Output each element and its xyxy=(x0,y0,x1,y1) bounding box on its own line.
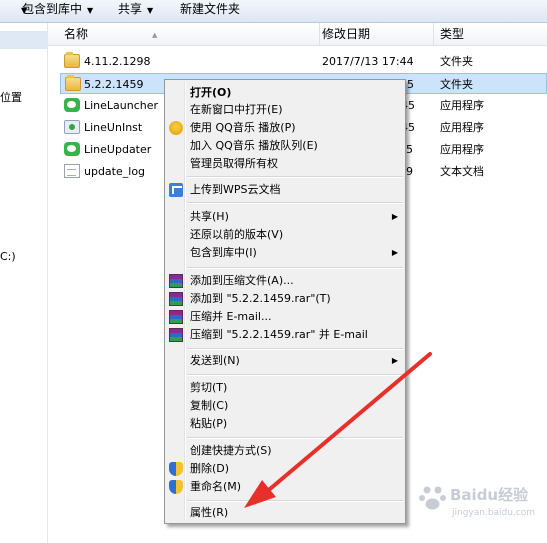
chevron-down-icon: ▼ xyxy=(87,6,94,15)
file-date: 2017/7/13 17:44 xyxy=(322,55,414,68)
uac-shield-icon xyxy=(169,480,183,494)
menu-item-compress-email[interactable]: 压缩并 E-mail... xyxy=(190,308,271,326)
file-name: 4.11.2.1298 xyxy=(84,55,151,68)
menu-separator xyxy=(187,202,403,204)
menu-separator xyxy=(187,437,403,439)
watermark-url: jingyan.baidu.com xyxy=(452,508,536,518)
menu-separator xyxy=(187,374,403,376)
file-type: 应用程序 xyxy=(440,121,484,134)
column-modified-label: 修改日期 xyxy=(322,27,371,41)
share-button[interactable]: 共享 ▼ xyxy=(118,0,153,22)
include-library-label: 包含到库中 xyxy=(22,2,83,16)
menu-item-compress-rar-email[interactable]: 压缩到 "5.2.2.1459.rar" 并 E-mail xyxy=(190,326,368,344)
column-header: 名称 ▲ 修改日期 类型 xyxy=(48,23,547,46)
submenu-arrow-icon: ▶ xyxy=(391,212,398,221)
context-menu: 打开(O) 在新窗口中打开(E) 使用 QQ音乐 播放(P) 加入 QQ音乐 播… xyxy=(164,79,406,524)
file-date: 5 xyxy=(406,143,413,156)
watermark-brand: Baidu经验 xyxy=(450,486,529,504)
file-row[interactable]: 4.11.2.1298 2017/7/13 17:44 文件夹 xyxy=(60,51,547,72)
line-app-icon xyxy=(64,142,80,156)
file-date: 9 xyxy=(406,165,413,178)
navigation-pane[interactable]: 位置 C:) xyxy=(0,23,48,543)
column-name[interactable]: 名称 ▲ xyxy=(58,23,320,45)
winrar-icon xyxy=(169,274,183,288)
include-library-button[interactable]: 包含到库中 ▼ xyxy=(22,0,93,22)
menu-item-copy[interactable]: 复制(C) xyxy=(190,397,228,415)
file-name: LineUpdater xyxy=(84,143,152,156)
new-folder-button[interactable]: 新建文件夹 xyxy=(180,0,240,22)
menu-item-share[interactable]: 共享(H) xyxy=(190,208,229,226)
file-type: 应用程序 xyxy=(440,143,484,156)
winrar-icon xyxy=(169,328,183,342)
menu-item-delete[interactable]: 删除(D) xyxy=(190,460,229,478)
column-type[interactable]: 类型 xyxy=(434,23,547,45)
uac-shield-icon xyxy=(169,462,183,476)
menu-separator xyxy=(187,348,403,350)
submenu-arrow-icon: ▶ xyxy=(391,248,398,257)
wps-cloud-icon xyxy=(169,183,183,197)
menu-item-add-to-rar[interactable]: 添加到 "5.2.2.1459.rar"(T) xyxy=(190,290,331,308)
menu-separator xyxy=(187,267,403,269)
menu-separator xyxy=(187,500,403,502)
file-date: 5 xyxy=(407,78,414,91)
file-name: LineLauncher xyxy=(84,99,159,112)
menu-item-send-to[interactable]: 发送到(N) xyxy=(190,352,240,370)
menu-separator xyxy=(187,176,403,178)
menu-item-add-archive[interactable]: 添加到压缩文件(A)... xyxy=(190,272,294,290)
chevron-down-icon: ▼ xyxy=(147,6,154,15)
menu-item-rename[interactable]: 重命名(M) xyxy=(190,478,241,496)
menu-item-wps-upload[interactable]: 上传到WPS云文档 xyxy=(190,181,281,199)
menu-item-cut[interactable]: 剪切(T) xyxy=(190,379,227,397)
menu-item-admin-ownership[interactable]: 管理员取得所有权 xyxy=(190,155,278,173)
qq-music-icon xyxy=(169,121,183,135)
nav-item-drive[interactable]: C:) xyxy=(0,250,16,263)
menu-item-qq-play[interactable]: 使用 QQ音乐 播放(P) xyxy=(190,119,296,137)
file-name: update_log xyxy=(84,165,146,178)
sort-up-icon: ▲ xyxy=(152,31,158,39)
menu-item-include-library[interactable]: 包含到库中(I) xyxy=(190,244,257,262)
winrar-icon xyxy=(169,310,183,324)
menu-item-properties[interactable]: 属性(R) xyxy=(190,504,228,522)
menu-item-qq-queue[interactable]: 加入 QQ音乐 播放队列(E) xyxy=(190,137,318,155)
line-app-icon xyxy=(64,98,80,112)
nav-selected-band xyxy=(0,31,47,49)
new-folder-label: 新建文件夹 xyxy=(180,2,241,16)
menu-item-open-new-window[interactable]: 在新窗口中打开(E) xyxy=(190,101,283,119)
menu-item-open[interactable]: 打开(O) xyxy=(190,84,231,102)
baidu-watermark: Baidu经验 jingyan.baidu.com xyxy=(418,478,546,528)
baidu-paw-icon xyxy=(419,486,446,510)
column-name-label: 名称 xyxy=(64,27,89,41)
text-file-icon xyxy=(64,164,80,178)
file-type: 文件夹 xyxy=(440,78,473,91)
winrar-icon xyxy=(169,292,183,306)
file-type: 文本文档 xyxy=(440,165,484,178)
uninstaller-icon xyxy=(64,120,80,134)
nav-item-location[interactable]: 位置 xyxy=(0,89,22,105)
submenu-arrow-icon: ▶ xyxy=(391,356,398,365)
menu-item-restore-versions[interactable]: 还原以前的版本(V) xyxy=(190,226,283,244)
column-type-label: 类型 xyxy=(440,27,465,41)
share-label: 共享 xyxy=(118,2,143,16)
menu-icon-gutter xyxy=(184,82,186,521)
file-type: 文件夹 xyxy=(440,55,473,68)
column-modified[interactable]: 修改日期 xyxy=(316,23,434,45)
command-toolbar: 组织▼ 包含到库中▼ 共享▼ 新建文件夹 xyxy=(0,0,547,23)
menu-item-paste[interactable]: 粘贴(P) xyxy=(190,415,227,433)
file-type: 应用程序 xyxy=(440,99,484,112)
folder-icon xyxy=(65,75,81,91)
menu-item-create-shortcut[interactable]: 创建快捷方式(S) xyxy=(190,442,272,460)
file-name: 5.2.2.1459 xyxy=(84,78,144,91)
file-name: LineUnInst xyxy=(84,121,143,134)
folder-icon xyxy=(64,52,80,68)
